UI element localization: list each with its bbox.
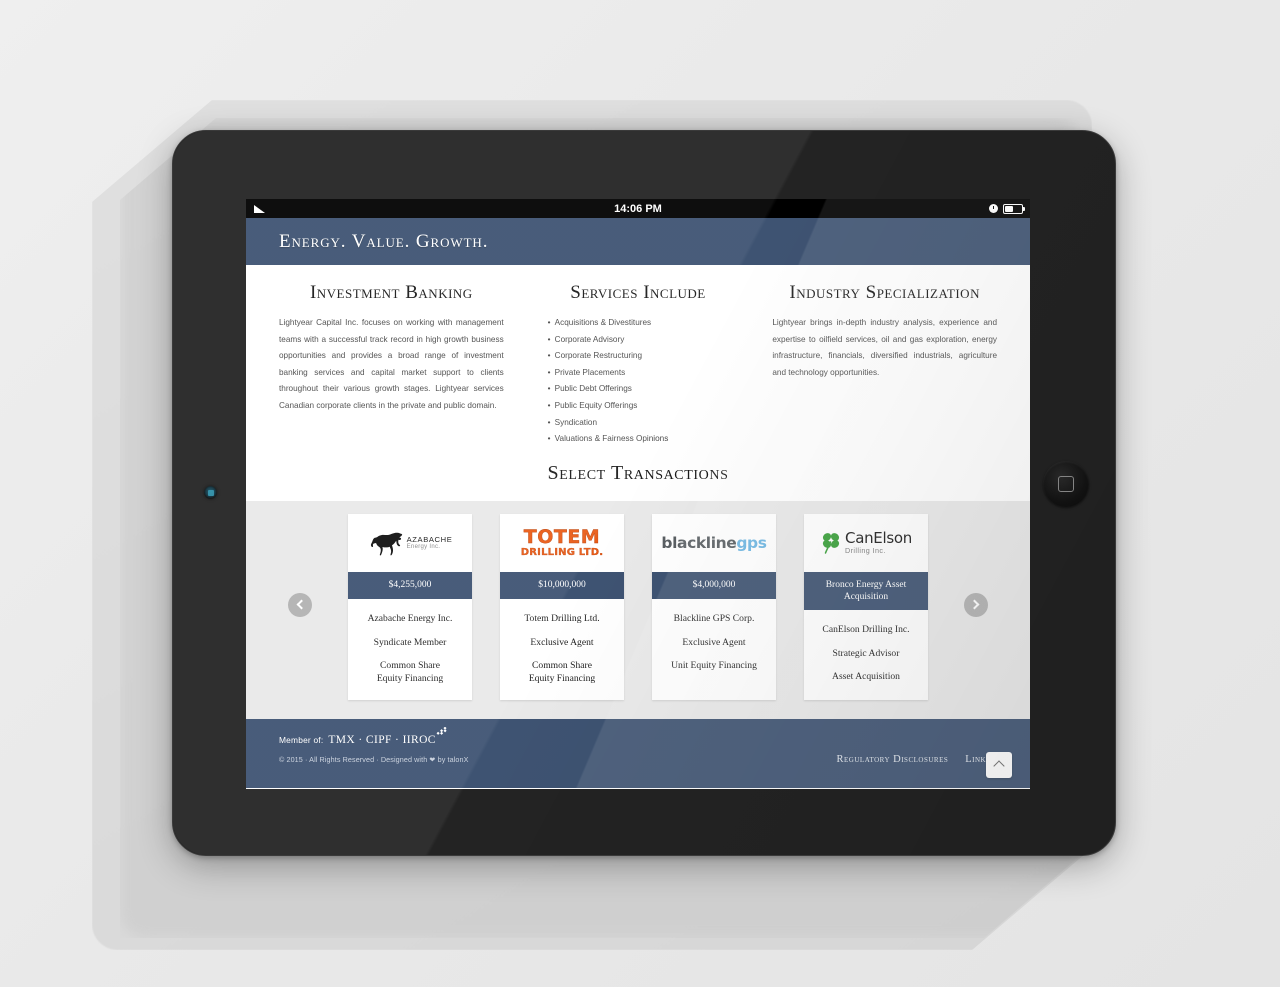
transaction-company: Totem Drilling Ltd. bbox=[524, 612, 600, 624]
column-paragraph: Lightyear Capital Inc. focuses on workin… bbox=[279, 318, 504, 410]
transaction-deal-line1: Asset Acquisition bbox=[832, 670, 900, 682]
member-logos: TMX · CIPF · IIROC bbox=[328, 726, 447, 746]
transaction-deal-line2: Equity Financing bbox=[528, 673, 596, 685]
list-item: Public Equity Offerings bbox=[548, 398, 751, 415]
logo-text-secondary: gps bbox=[736, 533, 767, 552]
transaction-role: Syndicate Member bbox=[373, 636, 447, 648]
running-horse-icon bbox=[370, 532, 402, 556]
transaction-deal-line1: Common Share bbox=[380, 659, 440, 671]
column-heading: Industry Specialization bbox=[789, 282, 980, 303]
transaction-company: Azabache Energy Inc. bbox=[367, 612, 453, 624]
column-heading: Investment Banking bbox=[309, 282, 473, 303]
logo-text-primary: CanElson bbox=[845, 529, 912, 548]
main-content: Investment Banking Lightyear Capital Inc… bbox=[246, 265, 1030, 448]
column-industry-specialization: Industry Specialization Lightyear brings… bbox=[772, 282, 997, 448]
tablet-device: 14:06 PM Energy. Value. Growth. Investme… bbox=[172, 130, 1116, 856]
clover-icon bbox=[822, 532, 840, 554]
list-item: Corporate Advisory bbox=[548, 332, 751, 349]
member-prefix: Member of: bbox=[279, 734, 324, 745]
transaction-role: Exclusive Agent bbox=[682, 636, 746, 648]
canelson-drilling-logo: CanElson Drilling Inc. bbox=[804, 513, 928, 572]
azabache-energy-logo: AZABACHE Energy Inc. bbox=[348, 513, 472, 572]
logo-text-primary: TOTEM bbox=[523, 525, 601, 548]
transaction-card[interactable]: blacklinegps $4,000,000 Blackline GPS Co… bbox=[652, 513, 776, 701]
list-item: Syndication bbox=[548, 415, 751, 432]
list-item: Corporate Restructuring bbox=[548, 348, 751, 365]
logo-text-secondary: Drilling Inc. bbox=[845, 545, 886, 555]
site-footer: Member of: TMX · CIPF · IIROC © 2015 · A… bbox=[246, 718, 1030, 788]
carousel-next-button[interactable] bbox=[964, 592, 988, 617]
alarm-clock-icon bbox=[989, 204, 998, 213]
column-investment-banking: Investment Banking Lightyear Capital Inc… bbox=[279, 282, 504, 448]
select-transactions-heading: Select Transactions bbox=[246, 447, 1030, 501]
logo-text-secondary: DRILLING LTD. bbox=[520, 546, 604, 558]
transaction-card[interactable]: TOTEM DRILLING LTD. $10,000,000 Totem Dr… bbox=[500, 513, 624, 701]
transaction-card[interactable]: AZABACHE Energy Inc. $4,255,000 Azabache… bbox=[348, 513, 472, 701]
chevron-right-icon bbox=[969, 599, 980, 610]
transaction-amount: $4,255,000 bbox=[348, 571, 472, 599]
transaction-amount: $4,000,000 bbox=[652, 571, 776, 599]
transaction-deal-line2: Equity Financing bbox=[376, 673, 444, 685]
status-bar-time: 14:06 PM bbox=[614, 202, 662, 215]
list-item: Public Debt Offerings bbox=[548, 381, 751, 398]
logo-text-secondary: Energy Inc. bbox=[406, 543, 441, 550]
transaction-details: CanElson Drilling Inc. Strategic Advisor… bbox=[804, 610, 928, 699]
services-list: Acquisitions & Divestitures Corporate Ad… bbox=[526, 315, 751, 448]
chevron-up-icon bbox=[993, 760, 1005, 772]
footer-left: Member of: TMX · CIPF · IIROC © 2015 · A… bbox=[279, 726, 469, 788]
footer-links: Regulatory Disclosures LinkedIn bbox=[837, 754, 1006, 788]
transaction-amount: $10,000,000 bbox=[500, 571, 624, 599]
transaction-company: CanElson Drilling Inc. bbox=[822, 623, 910, 635]
transaction-role: Strategic Advisor bbox=[832, 647, 900, 659]
regulatory-disclosures-link[interactable]: Regulatory Disclosures bbox=[837, 754, 949, 765]
member-logos-text: TMX · CIPF · IIROC bbox=[328, 733, 436, 746]
column-services-include: Services Include Acquisitions & Divestit… bbox=[526, 282, 751, 448]
back-to-top-button[interactable] bbox=[986, 751, 1012, 778]
column-heading: Services Include bbox=[570, 282, 706, 303]
transaction-cards: AZABACHE Energy Inc. $4,255,000 Azabache… bbox=[246, 513, 1030, 701]
page-backdrop: 14:06 PM Energy. Value. Growth. Investme… bbox=[0, 0, 1280, 987]
list-item: Private Placements bbox=[548, 365, 751, 382]
transaction-amount: Bronco Energy Asset Acquisition bbox=[804, 571, 928, 610]
home-square-icon bbox=[1058, 476, 1074, 492]
transaction-details: Totem Drilling Ltd. Exclusive Agent Comm… bbox=[500, 599, 624, 701]
transactions-carousel: AZABACHE Energy Inc. $4,255,000 Azabache… bbox=[246, 500, 1030, 719]
transaction-card[interactable]: CanElson Drilling Inc. Bronco Energy Ass… bbox=[804, 513, 928, 701]
tablet-screen: 14:06 PM Energy. Value. Growth. Investme… bbox=[246, 199, 1030, 789]
list-item: Acquisitions & Divestitures bbox=[548, 315, 751, 332]
transaction-deal-line1: Common Share bbox=[532, 659, 592, 671]
front-camera-icon bbox=[204, 486, 217, 499]
transaction-deal-line1: Unit Equity Financing bbox=[671, 659, 757, 671]
totem-drilling-logo: TOTEM DRILLING LTD. bbox=[500, 513, 624, 572]
home-button[interactable] bbox=[1043, 461, 1089, 507]
status-bar-right bbox=[989, 199, 1026, 218]
list-item: Valuations & Fairness Opinions bbox=[548, 431, 751, 448]
battery-icon bbox=[1003, 203, 1026, 214]
site-header: Energy. Value. Growth. bbox=[246, 218, 1030, 265]
transaction-role: Exclusive Agent bbox=[530, 636, 594, 648]
ios-status-bar: 14:06 PM bbox=[246, 199, 1030, 218]
status-bar-left bbox=[254, 199, 265, 218]
info-columns: Investment Banking Lightyear Capital Inc… bbox=[279, 282, 997, 448]
transaction-details: Blackline GPS Corp. Exclusive Agent Unit… bbox=[652, 599, 776, 688]
copyright-text: © 2015 · All Rights Reserved · Designed … bbox=[279, 754, 469, 764]
logo-text-primary: blackline bbox=[661, 533, 737, 552]
tmx-dots-icon bbox=[436, 726, 447, 735]
carousel-prev-button[interactable] bbox=[288, 592, 312, 617]
transaction-company: Blackline GPS Corp. bbox=[673, 612, 755, 624]
transaction-details: Azabache Energy Inc. Syndicate Member Co… bbox=[348, 599, 472, 701]
member-of-line: Member of: TMX · CIPF · IIROC bbox=[279, 726, 469, 746]
brand-tagline: Energy. Value. Growth. bbox=[279, 230, 489, 252]
logo-text-primary: AZABACHE bbox=[406, 534, 453, 544]
blackline-gps-logo: blacklinegps bbox=[652, 513, 776, 572]
signal-triangle-icon bbox=[254, 204, 265, 213]
chevron-left-icon bbox=[296, 599, 307, 610]
column-paragraph: Lightyear brings in-depth industry analy… bbox=[772, 318, 998, 377]
